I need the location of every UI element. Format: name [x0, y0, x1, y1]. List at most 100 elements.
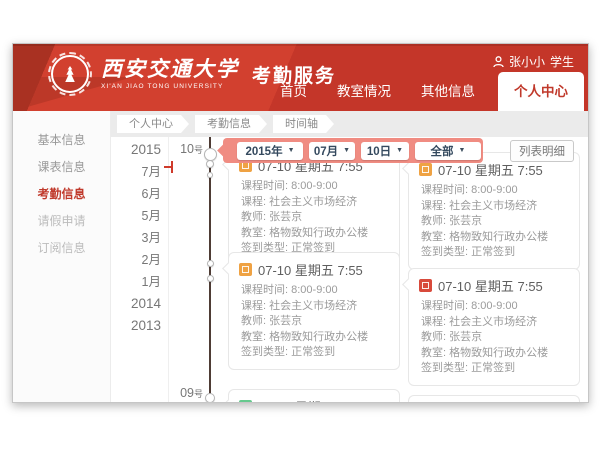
nav-item[interactable]: 个人中心 — [498, 72, 584, 111]
nav-item[interactable]: 首页 — [265, 80, 322, 111]
type-select[interactable]: 全部▼ — [415, 142, 481, 160]
field-value: 8:00-9:00 — [471, 300, 517, 312]
field-label: 教室: — [241, 331, 266, 343]
year-select-value: 2015年 — [245, 143, 282, 159]
year-select[interactable]: 2015年 ▼ — [237, 142, 303, 160]
day-select[interactable]: 10日▼ — [361, 142, 409, 160]
field-label: 教室: — [421, 347, 446, 359]
field-label: 课程时间: — [421, 184, 468, 196]
attendance-card[interactable]: 07-10 星期五 7:55课程时间: 8:00-9:00课程: 社会主义市场经… — [408, 152, 580, 270]
status-icon — [239, 400, 252, 403]
breadcrumb-item[interactable]: 时间轴 — [273, 115, 334, 133]
person-icon — [493, 56, 504, 68]
card-row: 教师: 张芸京 — [419, 214, 569, 230]
card-header: 07-10 星期五 7:55 — [419, 276, 569, 295]
sidebar-item[interactable]: 课表信息 — [13, 154, 110, 181]
timeline-period[interactable]: 1月 — [111, 271, 161, 293]
attendance-card[interactable]: 07-09 星期四 7:55 — [228, 389, 400, 403]
timeline-period[interactable]: 7月 — [111, 161, 161, 183]
chevron-down-icon: ▼ — [459, 147, 466, 154]
timeline-node[interactable] — [205, 393, 215, 403]
card-row: 课程时间: 8:00-9:00 — [239, 179, 389, 195]
nav-item[interactable]: 教室情况 — [322, 80, 406, 111]
field-value: 张芸京 — [449, 331, 482, 343]
sidebar-item[interactable]: 考勤信息 — [13, 181, 110, 208]
sidebar: 基本信息课表信息考勤信息请假申请订阅信息 — [13, 111, 111, 403]
month-select[interactable]: 07月 ▼ — [309, 142, 355, 160]
field-label: 教室: — [421, 231, 446, 243]
timeline-node[interactable] — [207, 172, 213, 178]
field-value: 社会主义市场经济 — [269, 300, 357, 312]
field-value: 8:00-9:00 — [291, 180, 337, 192]
card-date: 07-09 星期四 7:55 — [258, 397, 363, 403]
timeline-node[interactable] — [207, 260, 214, 267]
timeline-node[interactable] — [207, 275, 214, 282]
main-nav: 首页教室情况其他信息个人中心 — [265, 72, 584, 111]
card-date: 07-10 星期五 7:55 — [258, 260, 363, 279]
status-icon — [239, 263, 252, 276]
timeline-period[interactable]: 6月 — [111, 183, 161, 205]
field-label: 课程: — [421, 316, 446, 328]
breadcrumb: 个人中心考勤信息时间轴 — [111, 111, 588, 137]
user-name: 张小小 — [509, 53, 545, 70]
card-row: 签到类型: 正常签到 — [239, 345, 389, 361]
field-value: 格物致知行政办公楼 — [449, 347, 548, 359]
timeline-day-label[interactable]: 10号 — [169, 142, 203, 156]
chevron-down-icon: ▼ — [288, 147, 295, 154]
attendance-card[interactable]: 07-10 星期五 7:55课程时间: 8:00-9:00课程: 社会主义市场经… — [228, 252, 400, 370]
field-label: 教室: — [241, 227, 266, 239]
field-label: 课程: — [421, 200, 446, 212]
timeline-period[interactable]: 2014 — [111, 293, 161, 315]
field-value: 8:00-9:00 — [471, 184, 517, 196]
timeline-node[interactable] — [206, 160, 214, 168]
card-row: 教室: 格物致知行政办公楼 — [239, 330, 389, 346]
current-month-marker — [164, 166, 171, 168]
field-label: 课程: — [241, 300, 266, 312]
field-label: 教师: — [241, 211, 266, 223]
card-row: 课程时间: 8:00-9:00 — [419, 299, 569, 315]
sidebar-item[interactable]: 订阅信息 — [13, 235, 110, 262]
timeline-period[interactable]: 5月 — [111, 205, 161, 227]
card-row: 课程时间: 8:00-9:00 — [419, 183, 569, 199]
timeline-period[interactable]: 2月 — [111, 249, 161, 271]
card-date: 07-10 星期五 7:55 — [438, 276, 543, 295]
month-select-value: 07月 — [314, 143, 338, 159]
timeline-period[interactable]: 3月 — [111, 227, 161, 249]
card-header: 07-09 星期四 7:55 — [239, 397, 389, 403]
timeline-day-label[interactable]: 09号 — [169, 386, 203, 400]
card-row: 课程: 社会主义市场经济 — [239, 299, 389, 315]
timeline-period[interactable]: 2015 — [111, 139, 161, 161]
user-info[interactable]: 张小小 学生 — [493, 53, 574, 70]
field-label: 课程时间: — [421, 300, 468, 312]
app-header: 西安交通大学 XI'AN JIAO TONG UNIVERSITY 考勤服务 张… — [13, 44, 588, 111]
filter-bubble: 2015年 ▼ 07月 ▼ 10日▼ 全部▼ — [223, 138, 483, 163]
status-icon — [419, 279, 432, 292]
field-value: 张芸京 — [449, 215, 482, 227]
field-value: 张芸京 — [269, 211, 302, 223]
breadcrumb-item[interactable]: 考勤信息 — [195, 115, 267, 133]
sidebar-item[interactable]: 请假申请 — [13, 208, 110, 235]
attendance-card[interactable]: 07-10 星期五 7:55课程时间: 8:00-9:00课程: 社会主义市场经… — [228, 148, 400, 266]
nav-item[interactable]: 其他信息 — [406, 80, 490, 111]
sidebar-item[interactable]: 基本信息 — [13, 127, 110, 154]
card-row: 教室: 格物致知行政办公楼 — [419, 346, 569, 362]
field-value: 张芸京 — [269, 315, 302, 327]
timeline-node[interactable] — [204, 148, 217, 161]
timeline-period[interactable]: 2013 — [111, 315, 161, 337]
field-label: 签到类型: — [241, 346, 288, 358]
field-label: 教师: — [241, 315, 266, 327]
status-icon — [419, 163, 432, 176]
chevron-down-icon: ▼ — [343, 147, 350, 154]
university-name-cn: 西安交通大学 — [101, 58, 239, 82]
field-value: 8:00-9:00 — [291, 284, 337, 296]
card-row: 教师: 张芸京 — [419, 330, 569, 346]
card-row: 课程: 社会主义市场经济 — [419, 315, 569, 331]
card-row: 签到类型: 正常签到 — [419, 245, 569, 261]
attendance-card[interactable] — [408, 395, 580, 403]
field-value: 正常签到 — [291, 346, 335, 358]
card-row: 教师: 张芸京 — [239, 210, 389, 226]
breadcrumb-item[interactable]: 个人中心 — [117, 115, 189, 133]
list-detail-button[interactable]: 列表明细 — [510, 140, 574, 162]
field-value: 社会主义市场经济 — [449, 200, 537, 212]
attendance-card[interactable]: 07-10 星期五 7:55课程时间: 8:00-9:00课程: 社会主义市场经… — [408, 268, 580, 386]
